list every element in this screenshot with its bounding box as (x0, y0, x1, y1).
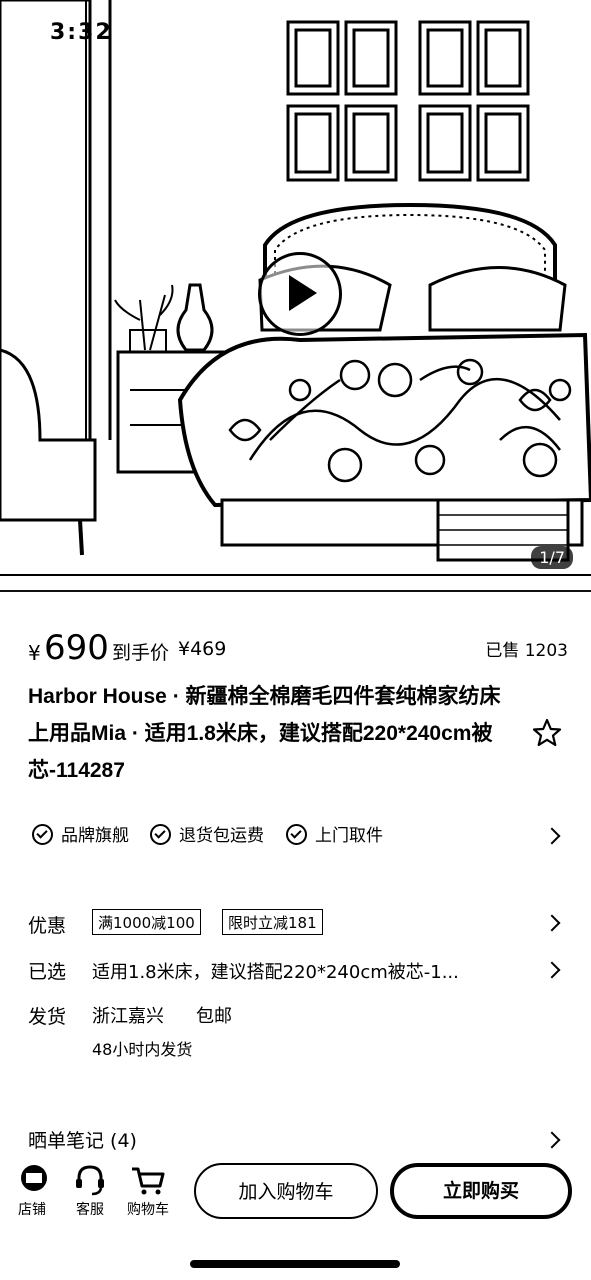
service-tag: 品牌旗舰 (32, 822, 129, 850)
price-amount: 690 (44, 628, 109, 668)
discount-row[interactable]: 优惠 满1000减100 限时立减181 (0, 900, 591, 944)
reviews-row[interactable]: 晒单笔记 (4) (0, 1122, 591, 1156)
price-currency: ¥ (28, 641, 41, 665)
product-title: Harbor House · 新疆棉全棉磨毛四件套纯棉家纺床上用品Mia · 适… (28, 685, 501, 782)
shipping-fee: 包邮 (196, 1006, 232, 1027)
play-icon[interactable] (258, 252, 342, 336)
customer-service-label: 客服 (76, 1202, 104, 1218)
shipping-label: 发货 (28, 1006, 67, 1028)
check-circle-icon (32, 824, 53, 845)
headset-icon (76, 1165, 104, 1196)
cart-icon (132, 1167, 165, 1195)
chevron-right-icon (543, 914, 561, 932)
status-bar-time: 3:32 (50, 20, 113, 45)
chevron-right-icon (543, 1131, 561, 1149)
net-price: ¥469 (178, 638, 227, 660)
add-to-cart-button[interactable]: 加入购物车 (194, 1163, 378, 1219)
price-row: ¥ 690 到手价 ¥469 已售 1203 (28, 628, 568, 672)
buy-now-button[interactable]: 立即购买 (390, 1163, 572, 1219)
product-image-gallery[interactable]: 3:32 1/7 (0, 0, 591, 592)
selected-label: 已选 (28, 961, 67, 983)
discount-label: 优惠 (28, 915, 67, 937)
cart-shortcut-button[interactable]: 购物车 (118, 1160, 178, 1220)
check-circle-icon (286, 824, 307, 845)
shipping-time: 48小时内发货 (92, 1040, 193, 1059)
store-button[interactable]: 店铺 (0, 1160, 60, 1220)
service-tag: 退货包运费 (150, 822, 264, 850)
selected-variant-row[interactable]: 已选 适用1.8米床，建议搭配220*240cm被芯-1... (0, 950, 591, 986)
coupon-badge: 限时立减181 (222, 909, 323, 935)
home-indicator (190, 1260, 400, 1268)
service-guarantees[interactable]: 品牌旗舰 退货包运费 上门取件 (28, 822, 568, 850)
shipping-row: 发货 浙江嘉兴 包邮 48小时内发货 (0, 996, 591, 1062)
chevron-right-icon (543, 827, 561, 845)
selected-variant-value: 适用1.8米床，建议搭配220*240cm被芯-1... (92, 962, 459, 983)
cart-label: 购物车 (127, 1202, 169, 1218)
check-circle-icon (150, 824, 171, 845)
store-icon (21, 1165, 47, 1191)
shipping-origin: 浙江嘉兴 (92, 1006, 164, 1027)
sold-count: 已售 1203 (485, 641, 568, 661)
coupon-badge: 满1000减100 (92, 909, 201, 935)
chevron-right-icon (543, 961, 561, 979)
customer-service-button[interactable]: 客服 (60, 1160, 120, 1220)
store-label: 店铺 (18, 1202, 46, 1218)
net-price-label: 到手价 (112, 642, 170, 664)
star-icon[interactable] (532, 718, 562, 748)
image-counter: 1/7 (531, 546, 573, 569)
reviews-label: 晒单笔记 (4) (28, 1130, 137, 1152)
service-tag: 上门取件 (286, 822, 383, 850)
